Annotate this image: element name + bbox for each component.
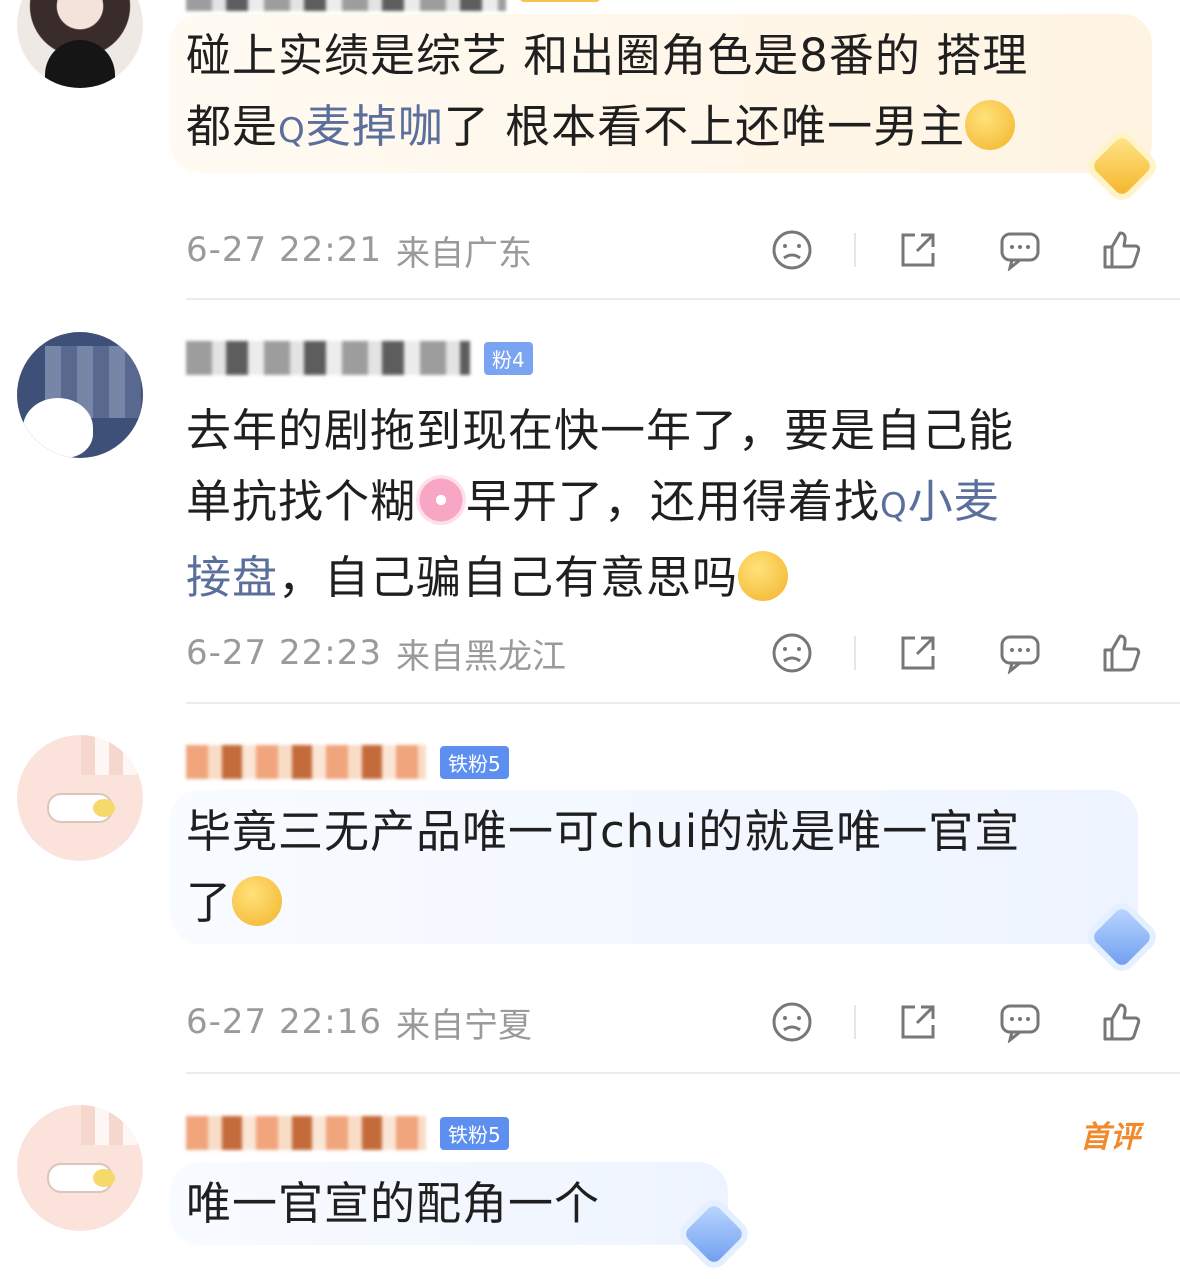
username-row[interactable]: 铁粉5 xyxy=(186,742,509,782)
comment-text-line-1: 去年的剧拖到现在快一年了，要是自己能 xyxy=(186,404,1015,457)
comment-text: 早开了，还用得着找 xyxy=(466,475,881,528)
username-row[interactable] xyxy=(186,0,600,14)
comment-meta: 6-27 22:16 来自宁夏 xyxy=(186,997,1146,1047)
comment-time: 6-27 22:21 xyxy=(186,230,382,270)
comment-divider xyxy=(186,702,1180,704)
comment-text: 了 xyxy=(186,876,233,929)
comment-divider xyxy=(186,1072,1180,1074)
share-icon[interactable] xyxy=(894,998,942,1046)
comment-meta: 6-27 22:23 来自黑龙江 xyxy=(186,628,1146,678)
search-link[interactable]: 接盘 xyxy=(186,551,278,604)
fan-badge xyxy=(520,0,600,2)
comment-location: 来自宁夏 xyxy=(395,1005,532,1046)
comment-actions xyxy=(768,997,1146,1047)
comment-text-line-2: 了 xyxy=(186,867,1122,938)
divider xyxy=(854,636,856,670)
user-avatar[interactable] xyxy=(17,0,143,88)
like-icon[interactable] xyxy=(1098,998,1146,1046)
comment-time: 6-27 22:16 xyxy=(186,1002,382,1042)
comment-text-line-3: 接盘，自己骗自己有意思吗 xyxy=(186,542,1126,613)
comment-text: ，自己骗自己有意思吗 xyxy=(278,551,739,604)
chick-avatar-icon xyxy=(93,1169,115,1187)
fan-badge: 铁粉5 xyxy=(440,745,509,779)
comment-text: 单抗找个糊 xyxy=(186,475,417,528)
dislike-icon[interactable] xyxy=(768,998,816,1046)
comment-location: 来自黑龙江 xyxy=(395,636,566,677)
comment-icon[interactable] xyxy=(996,629,1044,677)
search-icon: Q xyxy=(880,486,908,526)
like-icon[interactable] xyxy=(1098,629,1146,677)
comment-text: 了 根本看不上还唯一男主 xyxy=(443,100,966,153)
comment-meta: 6-27 22:21 来自广东 xyxy=(186,225,1146,275)
username-row[interactable]: 铁粉5 xyxy=(186,1113,509,1153)
user-avatar[interactable] xyxy=(17,1105,143,1231)
comment-bubble: 唯一官宣的配角一个 xyxy=(170,1162,728,1245)
shushing-emoji-icon xyxy=(232,876,283,926)
username-blurred[interactable] xyxy=(186,0,506,11)
divider xyxy=(854,233,856,267)
fan-badge: 粉4 xyxy=(484,341,533,375)
comment-text: 都是 xyxy=(186,100,279,153)
cherry-blossom-emoji-icon xyxy=(416,475,467,525)
cat-avatar-icon xyxy=(23,398,93,458)
comment-text-line-2: 单抗找个糊 早开了，还用得着找Q小麦 xyxy=(186,466,1126,542)
username-blurred[interactable] xyxy=(186,745,426,779)
comment-actions xyxy=(768,225,1146,275)
dislike-icon[interactable] xyxy=(768,226,816,274)
user-avatar[interactable] xyxy=(17,735,143,861)
comment-text-line-1: 唯一官宣的配角一个 xyxy=(186,1177,601,1230)
avatar-mosaic xyxy=(81,735,137,775)
comment-text-line-1: 碰上实绩是综艺 和出圈角色是8番的 搭理 xyxy=(186,29,1029,82)
share-icon[interactable] xyxy=(894,226,942,274)
share-icon[interactable] xyxy=(894,629,942,677)
laughing-emoji-icon xyxy=(965,100,1016,150)
comment-text-line-1: 毕竟三无产品唯一可chui的就是唯一官宣 xyxy=(186,805,1021,858)
avatar-mosaic xyxy=(81,1105,137,1145)
comment-bubble: 碰上实绩是综艺 和出圈角色是8番的 搭理 都是Q麦掉咖了 根本看不上还唯一男主 xyxy=(170,14,1152,173)
thinking-emoji-icon xyxy=(738,551,789,601)
username-row[interactable]: 粉4 xyxy=(186,338,533,378)
comment-time: 6-27 22:23 xyxy=(186,633,382,673)
comment-divider xyxy=(186,298,1180,300)
comment-bubble: 毕竟三无产品唯一可chui的就是唯一官宣 了 xyxy=(170,790,1138,944)
fan-badge: 铁粉5 xyxy=(440,1116,509,1150)
chick-avatar-icon xyxy=(93,799,115,817)
comment-icon[interactable] xyxy=(996,226,1044,274)
comment-text-line-2: 都是Q麦掉咖了 根本看不上还唯一男主 xyxy=(186,91,1136,167)
search-icon: Q xyxy=(278,111,306,151)
like-icon[interactable] xyxy=(1098,226,1146,274)
user-avatar[interactable] xyxy=(17,332,143,458)
username-blurred[interactable] xyxy=(186,341,470,375)
comment-actions xyxy=(768,628,1146,678)
comment-icon[interactable] xyxy=(996,998,1044,1046)
first-comment-badge: 首评 xyxy=(1080,1120,1140,1155)
comment-location: 来自广东 xyxy=(395,233,532,274)
divider xyxy=(854,1005,856,1039)
username-blurred[interactable] xyxy=(186,1116,426,1150)
comment-text: 去年的剧拖到现在快一年了，要是自己能 单抗找个糊 早开了，还用得着找Q小麦 接盘，… xyxy=(186,395,1126,613)
dislike-icon[interactable] xyxy=(768,629,816,677)
search-link[interactable]: 麦掉咖 xyxy=(306,100,444,153)
search-link[interactable]: 小麦 xyxy=(908,475,1000,528)
